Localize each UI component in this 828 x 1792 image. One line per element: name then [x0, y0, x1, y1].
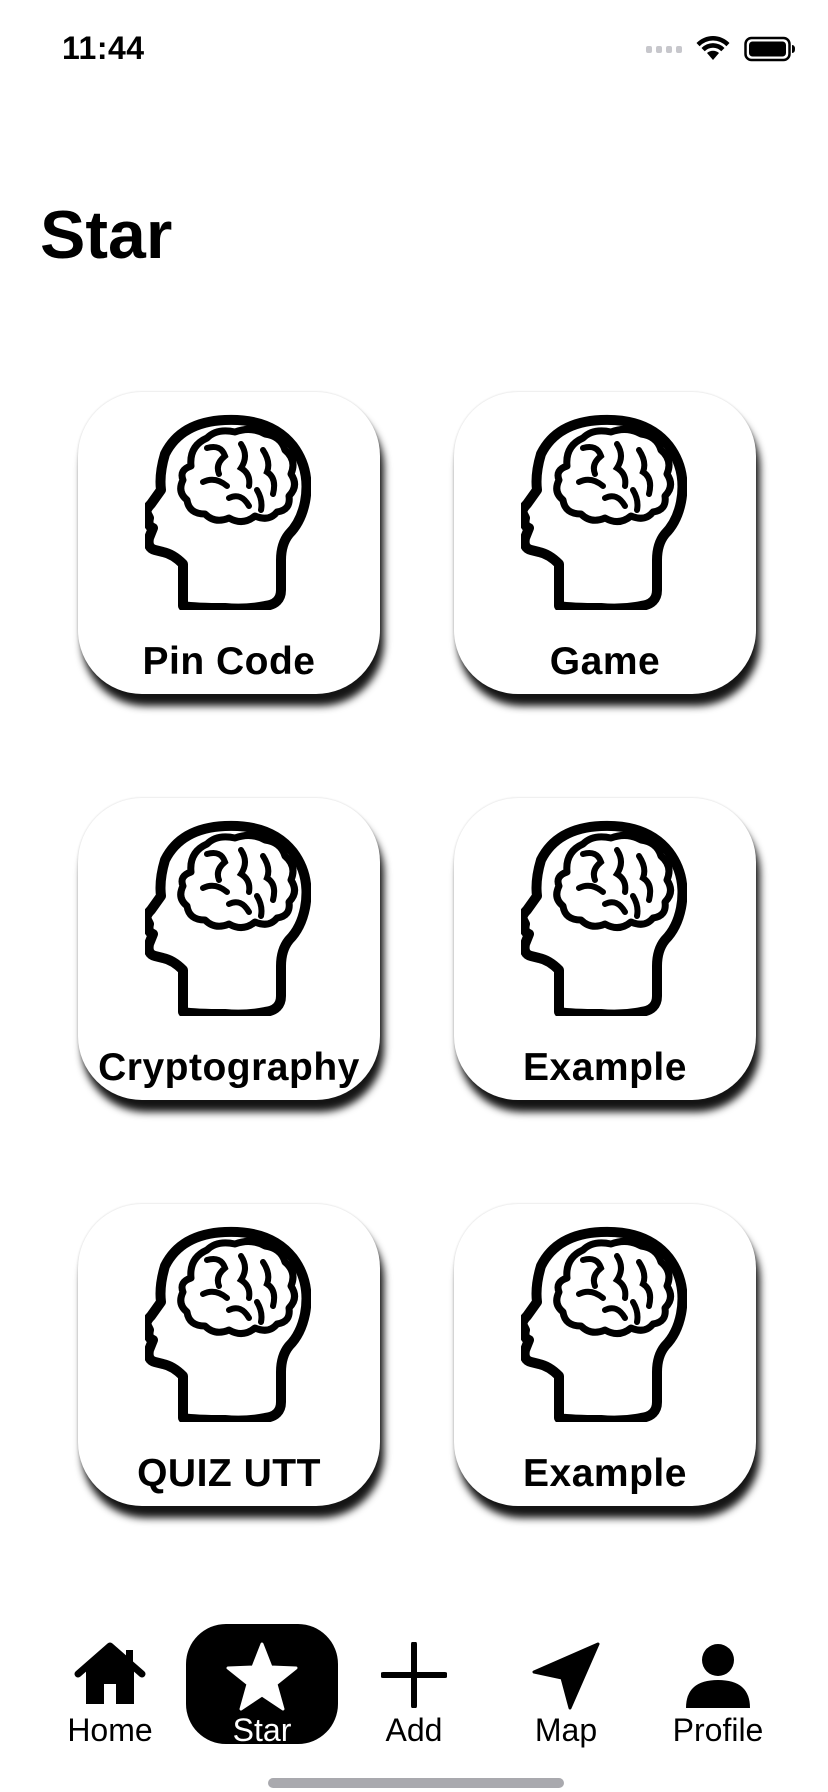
tile-quiz-utt[interactable]: QUIZ UTT — [78, 1204, 380, 1506]
tile-label: Cryptography — [98, 1046, 360, 1089]
tile-label: Game — [549, 640, 661, 683]
status-bar: 11:44 — [0, 0, 828, 100]
tab-home[interactable]: Home — [34, 1624, 186, 1748]
tile-example-2[interactable]: Example — [454, 1204, 756, 1506]
cellular-signal-icon — [646, 45, 682, 53]
brain-head-icon — [521, 414, 687, 610]
tab-label: Add — [385, 1712, 443, 1748]
tab-label: Map — [534, 1712, 598, 1748]
brain-head-icon — [521, 820, 687, 1016]
home-indicator — [268, 1778, 564, 1788]
brain-head-icon — [145, 1226, 311, 1422]
tile-game[interactable]: Game — [454, 392, 756, 694]
status-icons — [646, 36, 796, 62]
tile-label: QUIZ UTT — [137, 1452, 321, 1495]
tab-label: Home — [67, 1712, 153, 1748]
location-arrow-icon — [532, 1642, 600, 1710]
star-icon — [226, 1642, 298, 1711]
brain-head-icon — [145, 414, 311, 610]
page-title: Star — [40, 197, 173, 273]
tile-label: Pin Code — [142, 640, 316, 683]
tile-label: Example — [523, 1046, 687, 1089]
plus-icon — [381, 1642, 447, 1708]
wifi-icon — [696, 36, 730, 60]
tile-example[interactable]: Example — [454, 798, 756, 1100]
tab-add[interactable]: Add — [338, 1624, 490, 1748]
brain-head-icon — [521, 1226, 687, 1422]
tab-label: Star — [232, 1712, 292, 1748]
tab-profile[interactable]: Profile — [642, 1624, 794, 1748]
tile-pin-code[interactable]: Pin Code — [78, 392, 380, 694]
tile-cryptography[interactable]: Cryptography — [78, 798, 380, 1100]
tile-label: Example — [523, 1452, 687, 1495]
brain-head-icon — [145, 820, 311, 1016]
person-icon — [686, 1644, 750, 1708]
tab-map[interactable]: Map — [490, 1624, 642, 1748]
tab-star[interactable]: Star — [186, 1624, 338, 1748]
status-time: 11:44 — [62, 30, 145, 66]
battery-icon — [744, 36, 795, 62]
home-icon — [74, 1642, 146, 1704]
tab-bar: Home Star Add Map Profile — [0, 1610, 828, 1750]
tab-label: Profile — [672, 1712, 764, 1748]
